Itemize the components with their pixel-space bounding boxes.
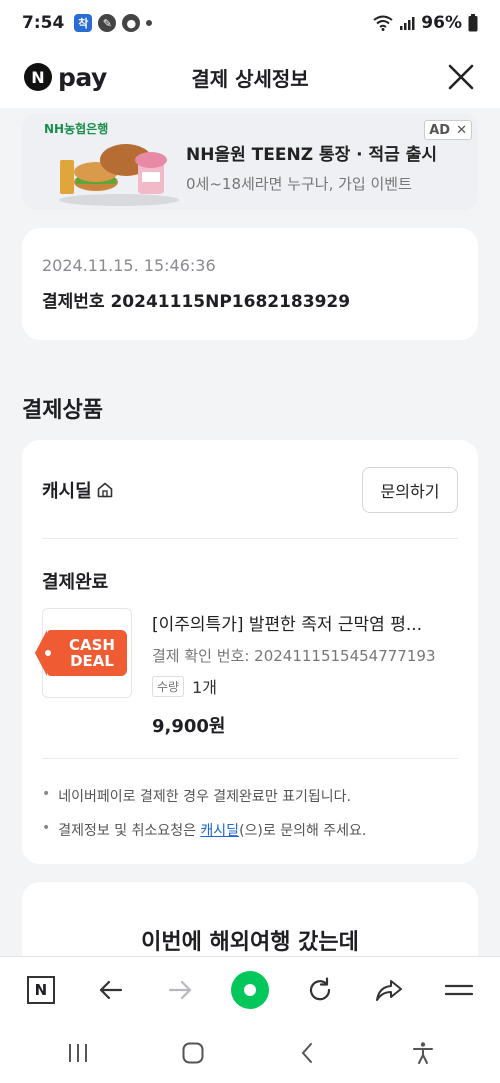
seller-row: 캐시딜 문의하기 (42, 466, 458, 514)
product-thumbnail[interactable]: CASH DEAL (35, 608, 132, 698)
wifi-icon (373, 15, 393, 31)
notification-icons: 착 ✎ ● (74, 14, 153, 32)
quantity-label: 수량 (152, 675, 185, 697)
product-name[interactable]: [이주의특가] 발편한 족저 근막염 평... (152, 610, 452, 635)
accessibility-icon (412, 1041, 433, 1064)
cash-deal-logo: CASH DEAL (35, 630, 127, 676)
bullet: • (42, 820, 51, 836)
refresh-icon (309, 976, 330, 1000)
refresh-button[interactable] (295, 965, 345, 1015)
app-header: N pay 결제 상세정보 (0, 46, 500, 108)
system-back-button[interactable] (283, 1033, 333, 1073)
accessibility-button[interactable] (398, 1033, 448, 1073)
product-card: 캐시딜 문의하기 결제완료 CASH DEAL [이주의특가] 발편한 족저 근… (22, 440, 478, 864)
share-icon (376, 979, 403, 1001)
ad-food-image (59, 144, 179, 206)
bullet: • (42, 786, 51, 802)
ad-label: AD (429, 122, 451, 138)
share-button[interactable] (364, 965, 414, 1015)
naver-n-icon: N (26, 975, 55, 1004)
game-notification-icon: ● (122, 14, 141, 32)
payment-info-card: 2024.11.15. 15:46:36 결제번호 20241115NP1682… (22, 228, 478, 340)
status-time: 7:54 (22, 13, 65, 33)
note-text-after: (으)로 문의해 주세요. (239, 823, 367, 839)
back-button[interactable] (86, 965, 136, 1015)
ad-brand: NH농협은행 (44, 122, 109, 136)
note-text: 네이버페이로 결제한 경우 결제완료만 표기됩니다. (58, 789, 351, 805)
home-icon[interactable] (96, 481, 114, 499)
green-dot-button[interactable] (225, 965, 275, 1015)
ad-title: NH올원 TEENZ 통장 · 적금 출시 (186, 145, 438, 165)
chevron-left-icon (301, 1042, 312, 1063)
hamburger-menu-icon (444, 984, 474, 995)
signal-icon (400, 17, 415, 30)
inquiry-button[interactable]: 문의하기 (362, 467, 458, 513)
logo-text: pay (58, 62, 107, 92)
green-dot-icon (230, 970, 269, 1009)
logo-mark: N (24, 63, 52, 91)
order-status: 결제완료 (42, 572, 109, 593)
quantity-value: 1개 (192, 678, 217, 697)
tool-notification-icon: ✎ (98, 14, 117, 32)
note-text-before: 결제정보 및 취소요청은 (58, 823, 201, 839)
forward-button[interactable] (155, 965, 205, 1015)
back-arrow-icon (99, 980, 122, 999)
home-button[interactable] (168, 1033, 218, 1073)
browser-nav-bar: N (0, 956, 500, 1022)
note-text: 결제정보 및 취소요청은 캐시딜(으)로 문의해 주세요. (58, 820, 366, 840)
battery-level: 96% (421, 13, 462, 33)
battery-icon (468, 14, 478, 32)
status-bar: 7:54 착 ✎ ● 96% (0, 0, 500, 46)
notes: • 네이버페이로 결제한 경우 결제완료만 표기됩니다. • 결제정보 및 취소… (42, 786, 458, 854)
ad-close-icon[interactable]: ✕ (456, 123, 467, 138)
logo-line-1: CASH (69, 636, 115, 654)
more-notifications-icon (146, 20, 153, 26)
payment-number: 결제번호 20241115NP1682183929 (42, 292, 351, 312)
menu-button[interactable] (434, 965, 484, 1015)
close-icon (448, 64, 474, 90)
forward-arrow-icon (169, 980, 192, 999)
divider (42, 758, 458, 759)
recent-apps-button[interactable] (53, 1033, 103, 1073)
note-item: • 결제정보 및 취소요청은 캐시딜(으)로 문의해 주세요. (42, 820, 458, 840)
seller-link[interactable]: 캐시딜 (200, 823, 239, 839)
ad-banner[interactable]: NH농협은행 NH올원 TEENZ 통장 · 적금 출시 0세~18세라면 누구… (22, 114, 478, 210)
seller-name[interactable]: 캐시딜 (42, 477, 92, 503)
payment-datetime: 2024.11.15. 15:46:36 (42, 256, 216, 275)
note-item: • 네이버페이로 결제한 경우 결제완료만 표기됩니다. (42, 786, 458, 806)
ad-badge: AD ✕ (424, 120, 472, 140)
quantity-row: 수량 1개 (152, 674, 452, 698)
home-circle-icon (182, 1042, 203, 1063)
naver-pay-logo[interactable]: N pay (24, 63, 107, 92)
recent-apps-icon (68, 1043, 87, 1062)
naver-home-button[interactable]: N (16, 965, 66, 1015)
section-title: 결제상품 (22, 398, 103, 423)
close-button[interactable] (446, 62, 476, 92)
product-price: 9,900원 (152, 716, 226, 737)
logo-line-2: DEAL (70, 652, 114, 670)
ad-subtitle: 0세~18세라면 누구나, 가입 이벤트 (186, 175, 412, 193)
product-info: [이주의특가] 발편한 족저 근막염 평... 결제 확인 번호: 202411… (152, 610, 452, 738)
confirm-number: 결제 확인 번호: 2024111515454777193 (152, 647, 436, 665)
divider (42, 538, 458, 539)
system-nav-bar (0, 1022, 500, 1083)
app-notification-icon: 착 (74, 14, 93, 32)
